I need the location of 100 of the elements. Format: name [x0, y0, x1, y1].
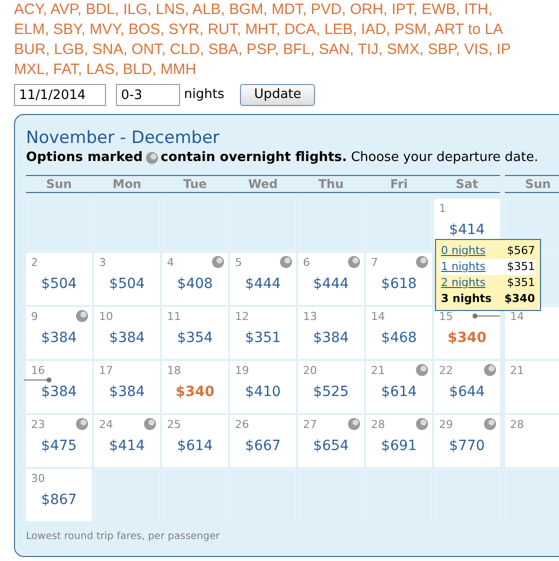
weekday-header: Sat: [432, 175, 500, 193]
day-number: 30: [31, 471, 45, 487]
fare-price: $414: [448, 221, 486, 240]
day-number: 27: [303, 417, 317, 433]
nights-price: $567: [507, 243, 535, 259]
legend-bold-text: contain overnight flights.: [160, 149, 347, 167]
day-cell[interactable]: 20 $525: [298, 361, 364, 413]
day-number: 24: [99, 417, 113, 433]
day-number: 20: [303, 363, 317, 379]
day-number: 16: [31, 363, 45, 379]
nights-price: $351: [507, 259, 535, 275]
fare-price: $340: [174, 383, 216, 402]
day-cell[interactable]: 29 $770: [434, 415, 500, 467]
day-number: 10: [99, 309, 113, 325]
day-cell[interactable]: 6 $444: [298, 253, 364, 305]
day-number: 25: [167, 417, 181, 433]
nights-option[interactable]: 3 nights: [441, 291, 492, 307]
fare-price: $414: [108, 437, 146, 456]
nights-link[interactable]: 0 nights: [441, 243, 486, 259]
fare-price: $691: [380, 437, 418, 456]
day-cell[interactable]: 21 $614: [366, 361, 432, 413]
update-button[interactable]: Update: [240, 84, 316, 106]
day-number: 17: [99, 363, 113, 379]
footnote: Lowest round trip fares, per passenger: [26, 530, 221, 544]
day-number: 14: [510, 309, 524, 325]
day-cell[interactable]: 28 $691: [366, 415, 432, 467]
fare-price: $618: [380, 275, 418, 294]
fare-price: $504: [108, 275, 146, 294]
fare-price: $654: [312, 437, 350, 456]
day-cell[interactable]: 18 $340: [162, 361, 228, 413]
fare-price: $444: [244, 275, 282, 294]
day-cell[interactable]: 22 $644: [434, 361, 500, 413]
airport-list-line: MXL, FAT, LAS, BLD, MMH: [14, 60, 198, 80]
nights-link[interactable]: 1 nights: [441, 259, 486, 275]
day-cell[interactable]: 24 $414: [94, 415, 160, 467]
day-cell[interactable]: 25 $614: [162, 415, 228, 467]
nights-price: $351: [507, 275, 535, 291]
day-number: 23: [31, 417, 45, 433]
day-cell[interactable]: 2 $504: [26, 253, 92, 305]
nights-field[interactable]: 0-3: [116, 84, 180, 106]
date-field[interactable]: 11/1/2014: [14, 84, 106, 106]
day-cell[interactable]: 9 $384: [26, 307, 92, 359]
fare-price: $384: [108, 383, 146, 402]
day-cell[interactable]: 19 $410: [230, 361, 296, 413]
fare-price: $667: [244, 437, 282, 456]
day-cell[interactable]: 7 $618: [366, 253, 432, 305]
day-cell[interactable]: 14 $468: [366, 307, 432, 359]
day-number: 5: [235, 255, 242, 271]
day-cell[interactable]: 11 $354: [162, 307, 228, 359]
day-cell[interactable]: 15 $340: [434, 307, 500, 359]
fare-price: $644: [448, 383, 486, 402]
day-number: 28: [510, 417, 524, 433]
day-number: 14: [371, 309, 385, 325]
fare-price: $525: [312, 383, 350, 402]
day-cell[interactable]: 3 $504: [94, 253, 160, 305]
day-cell[interactable]: 10 $384: [94, 307, 160, 359]
fare-price: $504: [40, 275, 78, 294]
fare-price: $444: [312, 275, 350, 294]
weekday-header: Mon: [92, 175, 160, 193]
day-cell[interactable]: 13 $384: [298, 307, 364, 359]
day-cell[interactable]: 30 $867: [26, 469, 92, 521]
fare-price: $384: [40, 383, 78, 402]
nights-price: $340: [504, 291, 535, 307]
day-number: 2: [31, 255, 38, 271]
day-cell[interactable]: 26 $667: [230, 415, 296, 467]
fare-price: $867: [40, 491, 78, 510]
day-number: 1: [439, 201, 446, 217]
fare-price: $770: [448, 437, 486, 456]
fare-price: $614: [380, 383, 418, 402]
day-number: 29: [439, 417, 453, 433]
nights-link[interactable]: 2 nights: [441, 275, 486, 291]
legend-text: Choose your departure date.: [350, 149, 538, 167]
day-cell[interactable]: 12 $351: [230, 307, 296, 359]
day-number: 3: [99, 255, 106, 271]
day-cell[interactable]: 23 $475: [26, 415, 92, 467]
fare-price: $408: [176, 275, 214, 294]
day-cell[interactable]: 16 $384: [26, 361, 92, 413]
day-number: 26: [235, 417, 249, 433]
day-number: 6: [303, 255, 310, 271]
fare-price: $384: [40, 329, 78, 348]
day-number: 21: [510, 363, 524, 379]
nights-label: nights: [184, 86, 224, 104]
day-number: 4: [167, 255, 174, 271]
day-number: 13: [303, 309, 317, 325]
airport-list-line: ELM, SBY, MVY, BOS, SYR, RUT, MHT, DCA, LEB, IAD, PSM, ART to LA: [14, 20, 504, 40]
legend-bold-text: Options marked: [26, 149, 143, 167]
day-cell[interactable]: 4 $408: [162, 253, 228, 305]
day-number: 18: [167, 363, 181, 379]
fare-price: $384: [108, 329, 146, 348]
day-number: 9: [31, 309, 38, 325]
day-number: 7: [371, 255, 378, 271]
fare-price: $475: [40, 437, 78, 456]
day-number: 12: [235, 309, 249, 325]
overnight-icon: [146, 152, 158, 164]
day-cell[interactable]: 17 $384: [94, 361, 160, 413]
day-cell[interactable]: 5 $444: [230, 253, 296, 305]
fare-price: $384: [312, 329, 350, 348]
day-number: 22: [439, 363, 453, 379]
day-cell[interactable]: 27 $654: [298, 415, 364, 467]
weekday-header: Wed: [228, 175, 296, 193]
